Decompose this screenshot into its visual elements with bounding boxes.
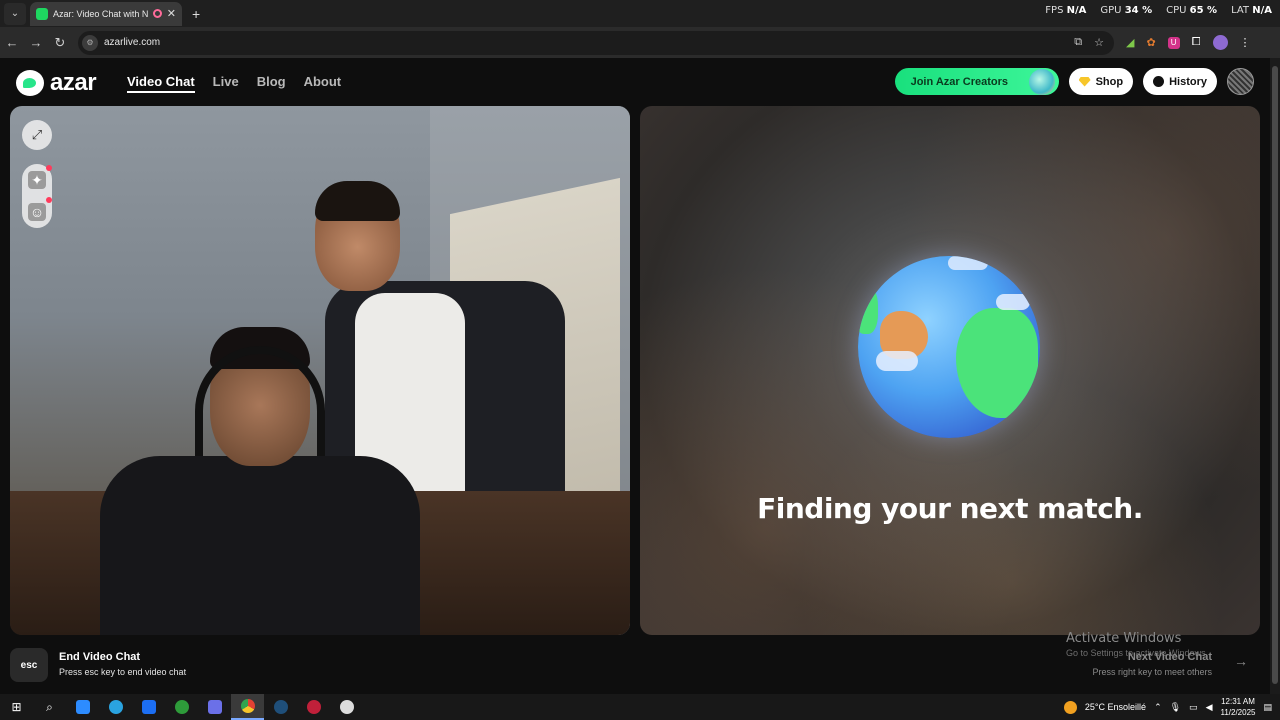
browser-toolbar: ← → ↻ ⚙ azarlive.com ⧉ ☆ ◢ ✿ U ⧠ ⋮ [0,27,1280,58]
expand-view-icon[interactable]: ⤢ [22,120,52,150]
meta-icon[interactable] [132,694,165,720]
search-icon[interactable]: ⌕ [33,694,66,720]
microphone-icon[interactable]: 🎙 [1170,702,1181,713]
profile-avatar-icon[interactable] [1212,35,1228,50]
page-scrollbar[interactable] [1270,58,1280,694]
clock-time: 12:31 AM [1221,697,1255,706]
steam-icon[interactable] [264,694,297,720]
url-text: azarlive.com [104,37,161,48]
main-nav: Video Chat Live Blog About [127,74,341,93]
chrome-icon[interactable] [231,694,264,720]
app-overlay-icon[interactable] [330,694,363,720]
cpu-readout: CPU 65 % [1166,5,1218,16]
system-tray: 25°C Ensoleillé ⌃ 🎙 ▭ ◀ 12:31 AM 11/2/20… [1063,694,1280,720]
windows-taskbar: ⊞ ⌕ 25°C Ensoleillé ⌃ 🎙 ▭ ◀ 12:31 AM 11/… [0,694,1280,720]
extensions-puzzle-icon[interactable]: ⧠ [1192,36,1201,49]
gpu-readout: GPU 34 % [1100,5,1153,16]
partner-view: Finding your next match. [640,106,1260,635]
matching-status-text: Finding your next match. [757,492,1143,525]
azar-logo[interactable]: azar [16,69,97,97]
telegram-icon[interactable] [99,694,132,720]
shop-label: Shop [1095,75,1124,88]
new-tab-icon[interactable]: + [192,6,200,22]
next-chat-hint: Press right key to meet others [1092,667,1212,677]
address-bar[interactable]: ⚙ azarlive.com ⧉ ☆ [78,30,1114,55]
volume-icon[interactable]: ◀ [1206,702,1213,713]
nav-about[interactable]: About [304,74,342,93]
forward-icon[interactable]: → [24,35,48,50]
end-chat-esc-key[interactable]: esc [10,648,48,682]
history-button[interactable]: History [1143,68,1217,95]
face-filter-icon[interactable]: ☺ [28,197,52,221]
logo-text: azar [50,69,97,96]
lat-readout: LAT N/A [1231,5,1272,16]
next-chat-arrow-icon[interactable]: → [1234,653,1248,669]
tab-search-chevron-icon[interactable]: ⌄ [4,2,26,25]
windows-start-icon[interactable]: ⊞ [0,694,33,720]
discord-icon[interactable] [198,694,231,720]
my-camera-view: ⤢ ✦ ☺ [10,106,630,635]
clock-date: 11/2/2025 [1220,708,1256,717]
user-avatar[interactable] [1227,68,1254,95]
azar-page: azar Video Chat Live Blog About Join Aza… [0,58,1270,694]
shop-button[interactable]: Shop [1068,68,1134,95]
sparkle-effects-icon[interactable]: ✦ [28,165,52,189]
join-creators-label: Join Azar Creators [910,75,1008,88]
extension-pink-icon[interactable]: U [1167,36,1180,49]
camera-person-seated [100,327,420,635]
history-label: History [1169,75,1207,88]
tab-title: Azar: Video Chat with New [53,8,148,19]
notifications-icon[interactable]: ▤ [1263,702,1272,713]
next-chat-title: Next Video Chat [1127,651,1212,663]
install-app-icon[interactable]: ⧉ [1074,36,1082,49]
extension-leaf-icon[interactable]: ◢ [1126,36,1134,49]
reload-icon[interactable]: ↻ [48,35,72,51]
globe-icon [858,256,1040,438]
close-tab-icon[interactable]: ✕ [167,7,176,20]
weather-text[interactable]: 25°C Ensoleillé [1085,702,1146,712]
nav-video-chat[interactable]: Video Chat [127,74,195,93]
extension-orange-icon[interactable]: ✿ [1146,36,1155,49]
effects-toolbar: ✦ ☺ [22,164,52,228]
app-red-icon[interactable] [297,694,330,720]
activate-windows-watermark: Activate Windows [1066,631,1182,646]
azar-logo-mark-icon [16,70,44,96]
weather-sun-icon [1063,700,1077,714]
browser-tab[interactable]: Azar: Video Chat with New ✕ [30,1,182,26]
join-creators-button[interactable]: Join Azar Creators [894,68,1059,95]
end-chat-title: End Video Chat [59,651,141,663]
gem-icon [1078,76,1091,87]
end-chat-hint: Press esc key to end video chat [59,667,187,677]
nav-live[interactable]: Live [213,74,239,93]
fps-readout: FPS N/A [1045,5,1087,16]
back-icon[interactable]: ← [0,35,24,50]
azar-favicon-icon [36,7,48,20]
network-icon[interactable]: ▭ [1189,702,1198,713]
browser-menu-icon[interactable]: ⋮ [1240,36,1251,49]
creators-orb-icon [1028,69,1055,95]
recording-icon [152,9,162,18]
history-clock-icon [1153,76,1165,87]
bookmark-star-icon[interactable]: ☆ [1094,36,1104,49]
xbox-icon[interactable] [165,694,198,720]
browser-tab-strip: ⌄ Azar: Video Chat with New ✕ + FPS N/A … [0,0,1280,27]
site-info-icon[interactable]: ⚙ [82,34,98,51]
store-icon[interactable] [66,694,99,720]
performance-overlay: FPS N/A GPU 34 % CPU 65 % LAT N/A [1045,5,1272,16]
taskbar-clock[interactable]: 12:31 AM 11/2/2025 [1220,696,1255,718]
nav-blog[interactable]: Blog [257,74,286,93]
tray-chevron-icon[interactable]: ⌃ [1154,702,1162,713]
